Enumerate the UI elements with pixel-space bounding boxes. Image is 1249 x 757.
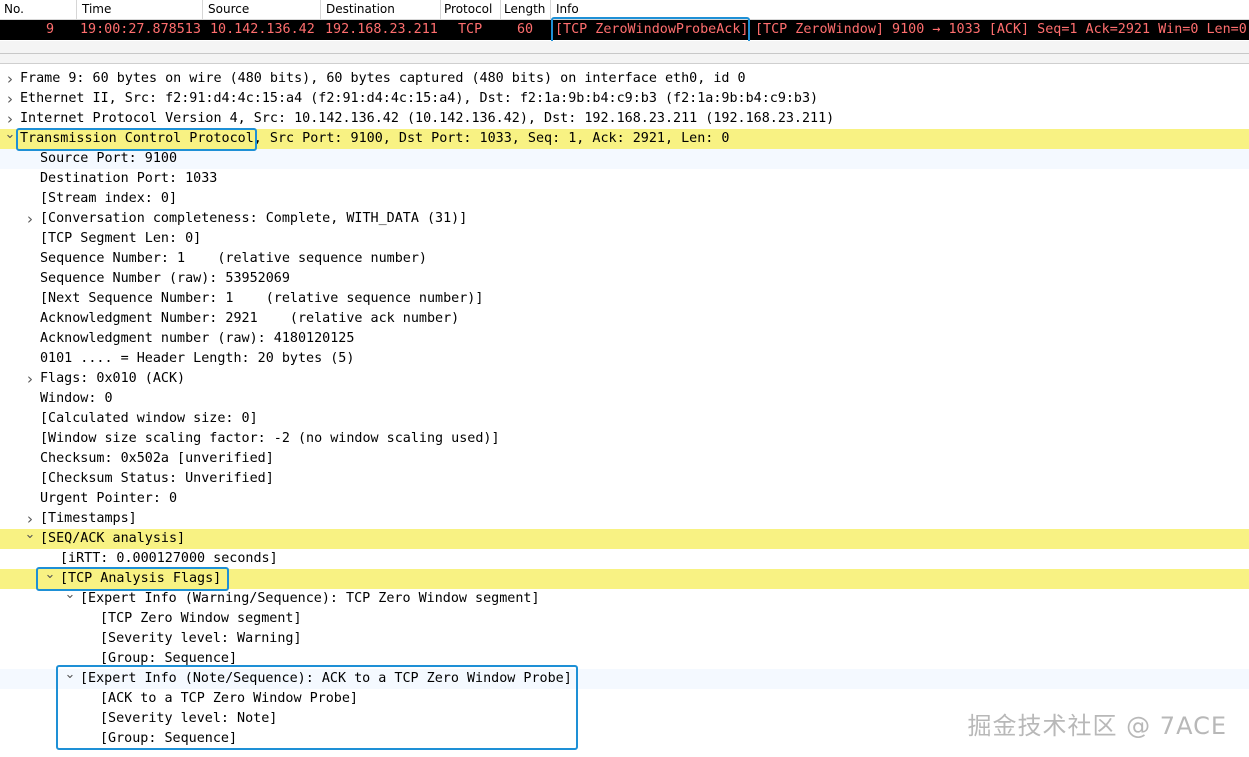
- tree-row[interactable]: 0101 .... = Header Length: 20 bytes (5): [0, 349, 1249, 369]
- column-divider[interactable]: [76, 0, 77, 19]
- column-divider[interactable]: [440, 0, 441, 19]
- tree-row-label: Acknowledgment Number: 2921 (relative ac…: [40, 311, 460, 326]
- chevron-down-icon[interactable]: ⌄: [4, 125, 16, 145]
- tree-row-label: [Expert Info (Warning/Sequence): TCP Zer…: [80, 591, 540, 606]
- tree-row-label: [Timestamps]: [40, 511, 137, 526]
- col-destination[interactable]: Destination: [326, 2, 395, 18]
- tree-row-label: Sequence Number: 1 (relative sequence nu…: [40, 251, 427, 266]
- packet-no: 9: [46, 22, 55, 37]
- tree-row-label: Window: 0: [40, 391, 113, 406]
- tree-row[interactable]: Sequence Number (raw): 53952069: [0, 269, 1249, 289]
- pane-splitter[interactable]: [0, 41, 1249, 64]
- tree-row[interactable]: Checksum: 0x502a [unverified]: [0, 449, 1249, 469]
- tree-row-label: Checksum: 0x502a [unverified]: [40, 451, 274, 466]
- tree-row-label: Urgent Pointer: 0: [40, 491, 178, 506]
- chevron-right-icon[interactable]: ›: [24, 369, 36, 389]
- tree-row-label: Flags: 0x010 (ACK): [40, 371, 186, 386]
- tree-row[interactable]: › Internet Protocol Version 4, Src: 10.14…: [0, 109, 1249, 129]
- packet-length: 60: [517, 22, 534, 37]
- tree-row-label: Destination Port: 1033: [40, 171, 218, 186]
- tree-row[interactable]: [TCP Zero Window segment]: [0, 609, 1249, 629]
- tree-row[interactable]: Acknowledgment number (raw): 4180120125: [0, 329, 1249, 349]
- tree-row-label: [iRTT: 0.000127000 seconds]: [60, 551, 278, 566]
- tree-row[interactable]: Destination Port: 1033: [0, 169, 1249, 189]
- tree-row[interactable]: [Severity level: Warning]: [0, 629, 1249, 649]
- tree-row[interactable]: Window: 0: [0, 389, 1249, 409]
- tree-row-label: Frame 9: 60 bytes on wire (480 bits), 60…: [20, 71, 746, 86]
- tree-row[interactable]: [Next Sequence Number: 1 (relative seque…: [0, 289, 1249, 309]
- column-divider[interactable]: [500, 0, 501, 19]
- tree-row-label: Source Port: 9100: [40, 151, 178, 166]
- tree-row-label: [Next Sequence Number: 1 (relative seque…: [40, 291, 484, 306]
- col-source[interactable]: Source: [208, 2, 249, 18]
- tree-row-label: [TCP Zero Window segment]: [100, 611, 302, 626]
- callout-info-box: [551, 17, 750, 44]
- col-time[interactable]: Time: [82, 2, 111, 18]
- tree-row[interactable]: ⌄ [Expert Info (Warning/Sequence): TCP Ze…: [0, 587, 1249, 609]
- col-no[interactable]: No.: [4, 2, 24, 18]
- col-protocol[interactable]: Protocol: [444, 2, 492, 18]
- tree-row[interactable]: › Ethernet II, Src: f2:91:d4:4c:15:a4 (f2…: [0, 89, 1249, 109]
- tree-row-label: [Stream index: 0]: [40, 191, 178, 206]
- tree-row-label: [Conversation completeness: Complete, WI…: [40, 211, 468, 226]
- tree-row[interactable]: [Checksum Status: Unverified]: [0, 469, 1249, 489]
- col-info[interactable]: Info: [556, 2, 579, 18]
- chevron-right-icon[interactable]: ›: [4, 69, 16, 89]
- tree-row[interactable]: › [Conversation completeness: Complete, W…: [0, 209, 1249, 229]
- tree-row-label: [Window size scaling factor: -2 (no wind…: [40, 431, 500, 446]
- tree-row[interactable]: [Stream index: 0]: [0, 189, 1249, 209]
- tree-row-label: [Calculated window size: 0]: [40, 411, 258, 426]
- column-divider[interactable]: [202, 0, 203, 19]
- callout-analysis-flags-box: [36, 567, 229, 591]
- tree-row[interactable]: ⌄ [SEQ/ACK analysis]: [0, 527, 1249, 549]
- watermark: 掘金技术社区 @ 7ACE: [967, 712, 1227, 740]
- tree-row-label: [Checksum Status: Unverified]: [40, 471, 274, 486]
- tree-row[interactable]: [Window size scaling factor: -2 (no wind…: [0, 429, 1249, 449]
- splitter-line: [0, 53, 1249, 54]
- tree-row[interactable]: Urgent Pointer: 0: [0, 489, 1249, 509]
- chevron-right-icon[interactable]: ›: [24, 209, 36, 229]
- tree-row[interactable]: [iRTT: 0.000127000 seconds]: [0, 549, 1249, 569]
- tree-row-label: 0101 .... = Header Length: 20 bytes (5): [40, 351, 355, 366]
- tree-row[interactable]: › Frame 9: 60 bytes on wire (480 bits), 6…: [0, 69, 1249, 89]
- tree-row[interactable]: [Calculated window size: 0]: [0, 409, 1249, 429]
- tree-row-label: Ethernet II, Src: f2:91:d4:4c:15:a4 (f2:…: [20, 91, 819, 106]
- tree-row[interactable]: Acknowledgment Number: 2921 (relative ac…: [0, 309, 1249, 329]
- chevron-right-icon[interactable]: ›: [4, 89, 16, 109]
- tree-row-label: [SEQ/ACK analysis]: [40, 531, 186, 546]
- packet-destination: 192.168.23.211: [325, 22, 438, 37]
- packet-info-rest: [TCP ZeroWindow] 9100 → 1033 [ACK] Seq=1…: [755, 22, 1247, 37]
- chevron-down-icon[interactable]: ⌄: [24, 525, 36, 545]
- tree-row-label: [Severity level: Warning]: [100, 631, 302, 646]
- column-divider[interactable]: [550, 0, 551, 19]
- tree-row-label: Acknowledgment number (raw): 4180120125: [40, 331, 355, 346]
- tree-row-label: Sequence Number (raw): 53952069: [40, 271, 290, 286]
- packet-protocol: TCP: [458, 22, 483, 37]
- col-length[interactable]: Length: [504, 2, 545, 18]
- callout-tcp-box: [16, 128, 257, 151]
- tree-row[interactable]: Source Port: 9100: [0, 149, 1249, 169]
- column-divider[interactable]: [320, 0, 321, 19]
- callout-expert-info-box: [56, 665, 578, 750]
- tree-row[interactable]: [TCP Segment Len: 0]: [0, 229, 1249, 249]
- tree-row-label: [TCP Segment Len: 0]: [40, 231, 202, 246]
- tree-row[interactable]: › [Timestamps]: [0, 509, 1249, 529]
- tree-row[interactable]: Sequence Number: 1 (relative sequence nu…: [0, 249, 1249, 269]
- tree-row[interactable]: › Flags: 0x010 (ACK): [0, 369, 1249, 389]
- tree-row-label: Internet Protocol Version 4, Src: 10.142…: [20, 111, 835, 126]
- packet-time: 19:00:27.878513: [80, 22, 201, 37]
- packet-source: 10.142.136.42: [210, 22, 315, 37]
